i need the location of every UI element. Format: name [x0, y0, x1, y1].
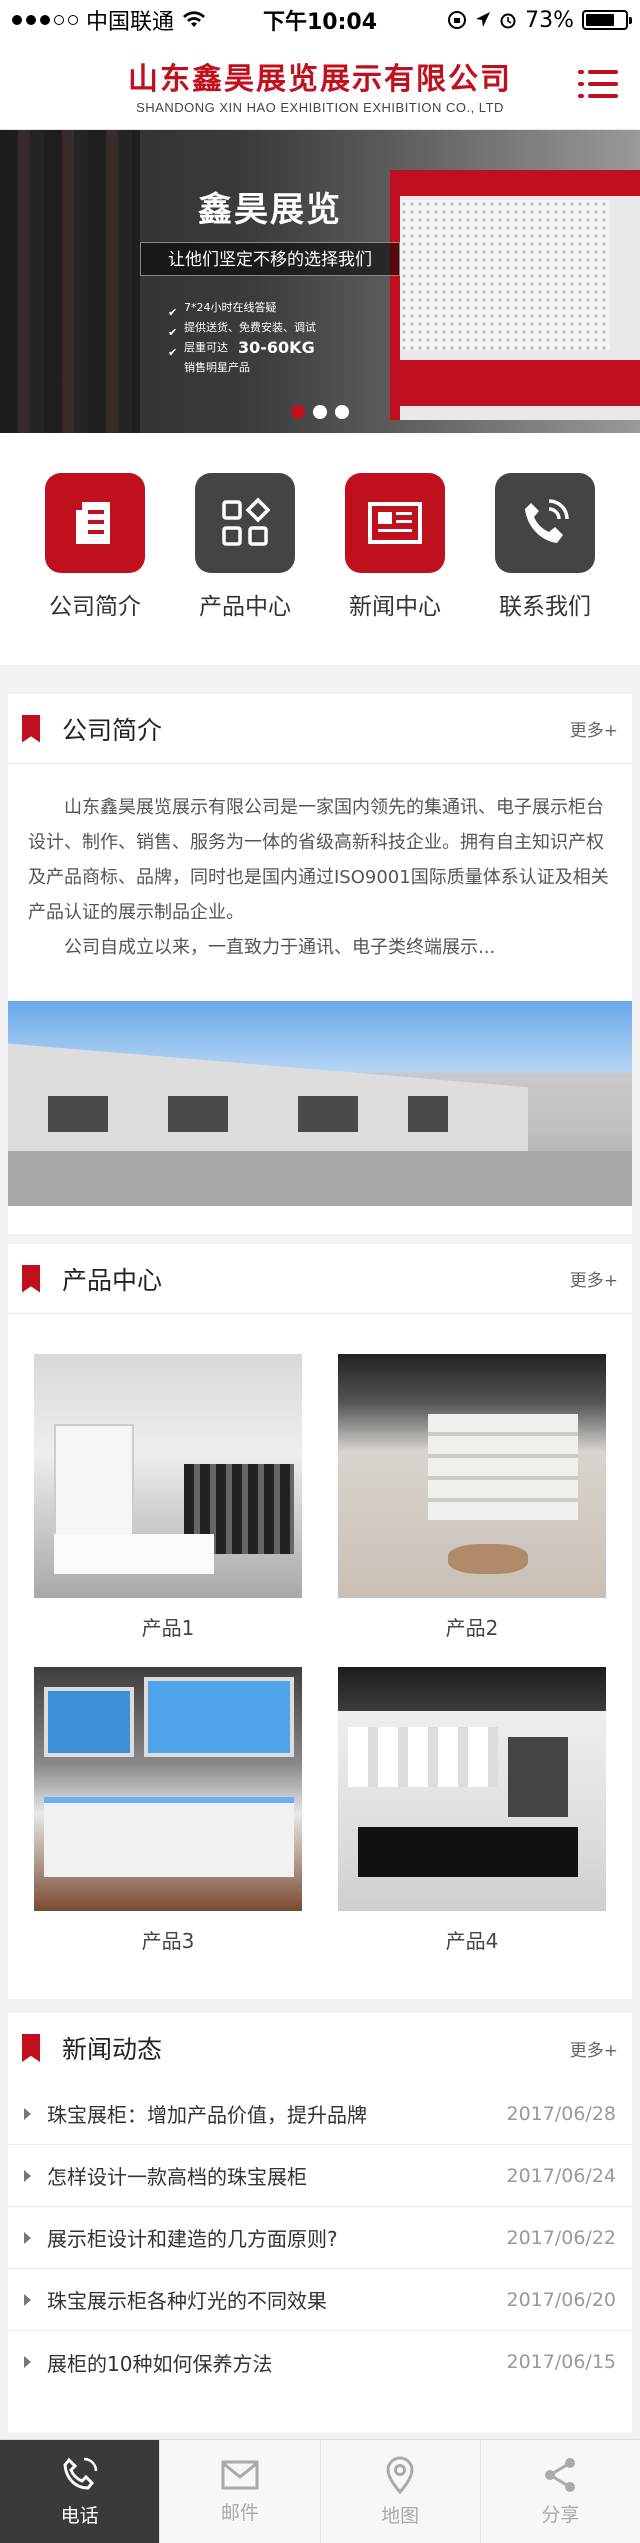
about-section: 公司简介 更多+ 山东鑫昊展览展示有限公司是一家国内领先的集通讯、电子展示柜台设…	[8, 694, 632, 1234]
location-icon	[476, 12, 491, 27]
more-link[interactable]: 更多+	[570, 2036, 618, 2061]
quicknav-about[interactable]: 公司简介	[35, 473, 155, 665]
products-section: 产品中心 更多+ 产品1 产品2 产品3 产品4	[8, 1244, 632, 1999]
clock: 下午10:04	[262, 10, 378, 35]
hero-banner[interactable]: 鑫昊展览 让他们坚定不移的选择我们 ✔ 7*24小时在线答疑 ✔ 提供送货、免费安装…	[0, 130, 640, 433]
bottom-tabbar: 电话 邮件 地图 分享	[0, 2439, 640, 2543]
company-name-cn: 山东鑫昊展览展示有限公司	[128, 62, 512, 97]
news-list: 珠宝展柜：增加产品价值，提升品牌 2017/06/28 怎样设计一款高档的珠宝展柜…	[8, 2083, 632, 2393]
banner-subtitle: 让他们坚定不移的选择我们	[140, 242, 400, 276]
check-icon: ✔	[168, 306, 178, 319]
more-link[interactable]: 更多+	[570, 1266, 618, 1291]
company-name-en: SHANDONG XIN HAO EXHIBITION EXHIBITION C…	[136, 100, 504, 115]
bookmark-icon	[22, 1264, 40, 1293]
logo[interactable]: 山东鑫昊展览展示有限公司 SHANDONG XIN HAO EXHIBITION…	[128, 54, 512, 115]
carousel-dot[interactable]	[313, 405, 327, 419]
quicknav-contact[interactable]: 联系我们	[485, 473, 605, 665]
banner-title: 鑫昊展览	[198, 190, 342, 230]
newspaper-icon	[345, 473, 445, 573]
map-pin-icon	[386, 2456, 414, 2495]
quicknav-news[interactable]: 新闻中心	[335, 473, 455, 665]
alarm-icon	[500, 13, 516, 29]
news-item[interactable]: 珠宝展柜：增加产品价值，提升品牌 2017/06/28	[8, 2083, 632, 2145]
carousel-dot[interactable]	[335, 405, 349, 419]
product-image	[338, 1667, 606, 1911]
product-grid: 产品1 产品2 产品3 产品4	[8, 1314, 632, 1980]
carousel-dots	[291, 405, 349, 419]
site-header: 山东鑫昊展览展示有限公司 SHANDONG XIN HAO EXHIBITION…	[0, 40, 640, 130]
banner-point: 销售明星产品	[184, 361, 250, 374]
banner-point: ✔ 7*24小时在线答疑	[168, 301, 277, 319]
share-icon	[545, 2458, 576, 2492]
tab-map[interactable]: 地图	[319, 2440, 480, 2543]
tab-share[interactable]: 分享	[479, 2440, 640, 2543]
news-item[interactable]: 怎样设计一款高档的珠宝展柜 2017/06/24	[8, 2145, 632, 2207]
product-image	[338, 1354, 606, 1598]
factory-photo	[8, 1001, 632, 1206]
chevron-right-icon	[24, 2231, 31, 2244]
menu-icon[interactable]	[578, 70, 618, 100]
section-header: 公司简介 更多+	[8, 694, 632, 764]
about-text: 山东鑫昊展览展示有限公司是一家国内领先的集通讯、电子展示柜台设计、制作、销售、服…	[28, 797, 609, 958]
chevron-right-icon	[24, 2293, 31, 2306]
section-title: 产品中心	[62, 1265, 163, 1295]
battery-percent: 73%	[525, 7, 574, 33]
section-header: 新闻动态 更多+	[8, 2013, 632, 2083]
banner-background-image	[0, 130, 140, 433]
section-header: 产品中心 更多+	[8, 1244, 632, 1314]
chevron-right-icon	[24, 2356, 31, 2368]
section-title: 新闻动态	[62, 2035, 163, 2064]
bookmark-icon	[22, 714, 40, 743]
chevron-right-icon	[24, 2169, 31, 2182]
phone-icon	[63, 2457, 97, 2490]
status-bar: 中国联通 下午10:04 73%	[0, 0, 640, 40]
phone-icon	[495, 473, 595, 573]
news-item[interactable]: 展柜的10种如何保养方法 2017/06/15	[8, 2331, 632, 2393]
product-image	[34, 1354, 302, 1598]
bookmark-icon	[22, 2034, 40, 2062]
quick-nav: 公司简介 产品中心 新闻中心 联系我们	[0, 433, 640, 665]
wifi-icon	[183, 11, 206, 27]
product-card[interactable]: 产品1	[34, 1354, 302, 1641]
carousel-dot[interactable]	[291, 405, 305, 419]
quicknav-products[interactable]: 产品中心	[185, 473, 305, 665]
document-icon	[45, 473, 145, 573]
more-link[interactable]: 更多+	[570, 716, 618, 741]
signal-icon	[12, 15, 78, 25]
product-image	[34, 1667, 302, 1911]
banner-point: ✔ 层重可达 30-60KG	[168, 338, 315, 359]
section-title: 公司简介	[62, 715, 163, 745]
banner-point: ✔ 提供送货、免费安装、调试	[168, 321, 316, 339]
carrier-label: 中国联通	[86, 10, 175, 35]
check-icon: ✔	[168, 346, 178, 359]
news-item[interactable]: 展示柜设计和建造的几方面原则? 2017/06/22	[8, 2207, 632, 2269]
rotation-lock-icon	[448, 11, 467, 29]
check-icon: ✔	[168, 326, 178, 339]
tab-mail[interactable]: 邮件	[159, 2440, 319, 2543]
news-section: 新闻动态 更多+ 珠宝展柜：增加产品价值，提升品牌 2017/06/28 怎样设计…	[8, 2013, 632, 2433]
tab-phone[interactable]: 电话	[0, 2440, 160, 2543]
chevron-right-icon	[24, 2107, 31, 2120]
grid-icon	[195, 473, 295, 573]
product-card[interactable]: 产品3	[34, 1667, 302, 1954]
news-item[interactable]: 珠宝展示柜各种灯光的不同效果 2017/06/20	[8, 2269, 632, 2331]
mail-icon	[221, 2460, 259, 2490]
product-card[interactable]: 产品4	[338, 1667, 606, 1954]
battery-icon	[582, 10, 632, 30]
product-card[interactable]: 产品2	[338, 1354, 606, 1641]
banner-points: ✔ 7*24小时在线答疑 ✔ 提供送货、免费安装、调试 ✔ 层重可达 30-60KG 销…	[168, 298, 316, 378]
